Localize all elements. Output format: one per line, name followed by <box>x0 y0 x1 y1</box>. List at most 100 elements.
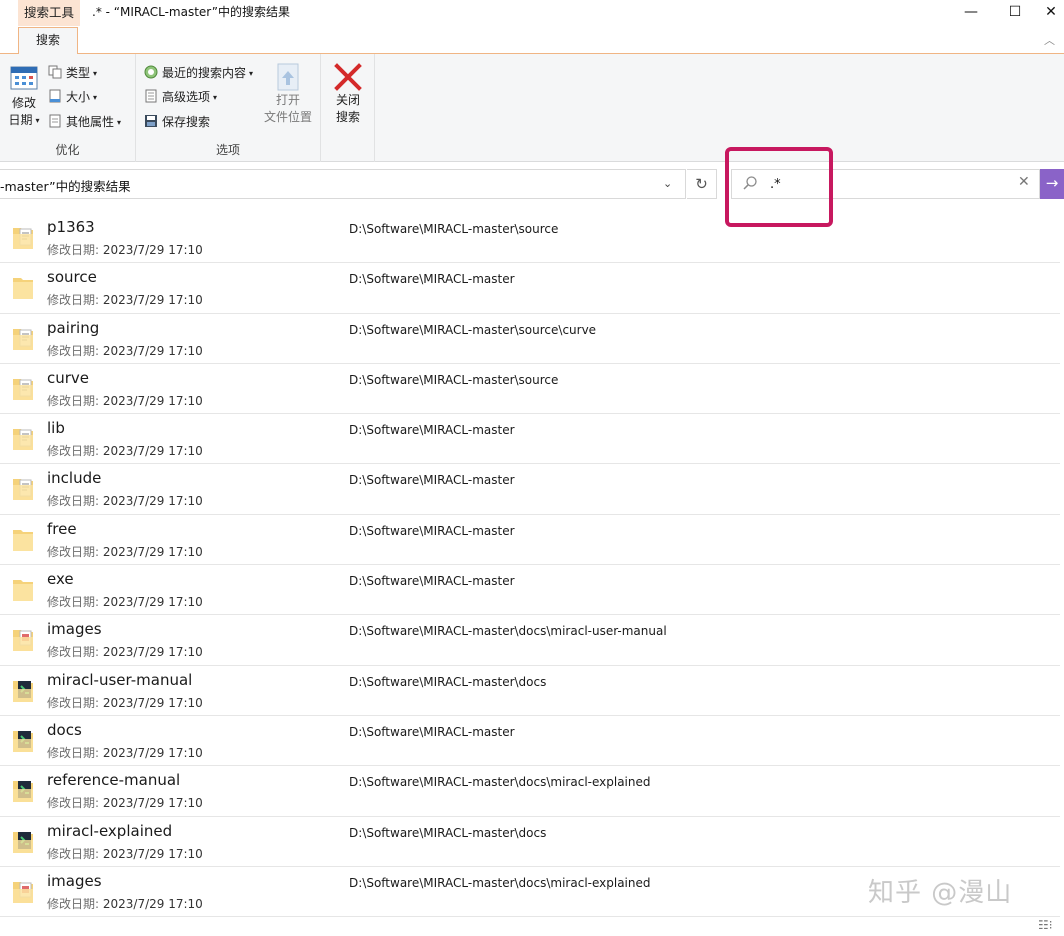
result-path: D:\Software\MIRACL-master\source <box>349 372 559 387</box>
save-search-button[interactable]: 保存搜索 <box>144 112 210 132</box>
chevron-down-icon: ▾ <box>35 116 40 125</box>
result-name[interactable]: lib <box>47 419 65 437</box>
result-name[interactable]: p1363 <box>47 218 95 236</box>
clear-search-button[interactable]: ✕ <box>1018 174 1030 190</box>
date-label: 修改日期: <box>47 494 103 509</box>
result-name[interactable]: exe <box>47 570 74 588</box>
date-label: 修改日期: <box>47 444 103 459</box>
ribbon-tab-strip: 搜索 ︿ <box>0 26 1064 55</box>
date-value: 2023/7/29 17:10 <box>102 745 203 760</box>
result-name[interactable]: miracl-user-manual <box>47 671 192 689</box>
result-modified-date: 修改日期: 2023/7/29 17:10 <box>47 895 203 912</box>
result-modified-date: 修改日期: 2023/7/29 17:10 <box>47 593 203 610</box>
list-item[interactable]: exe 修改日期: 2023/7/29 17:10 D:\Software\MIRA… <box>0 565 1060 616</box>
result-name[interactable]: source <box>47 268 97 286</box>
open-file-location-button[interactable]: 打开 文件位置 <box>260 62 316 126</box>
result-name[interactable]: curve <box>47 369 89 387</box>
calendar-icon <box>10 66 38 90</box>
date-value: 2023/7/29 17:10 <box>102 896 203 911</box>
folder-doc-icon <box>13 378 33 400</box>
date-value: 2023/7/29 17:10 <box>102 243 203 257</box>
folder-code-icon <box>13 831 33 853</box>
open-location-icon <box>277 63 299 91</box>
ribbon: 修改 日期 ▾ 类型 ▾ 大小 ▾ 其他属性 ▾ 优化 最近的搜索内容 ▾ 高级选项 ▾ 保… <box>0 54 1064 162</box>
chevron-down-icon: ▾ <box>93 69 98 78</box>
address-dropdown-button[interactable]: ⌄ <box>663 177 672 190</box>
date-value: 2023/7/29 17:10 <box>102 595 203 610</box>
folder-doc-icon <box>13 479 33 501</box>
group-label-optimize: 优化 <box>55 143 80 157</box>
result-name[interactable]: pairing <box>47 319 99 337</box>
advanced-options-button[interactable]: 高级选项 ▾ <box>144 87 217 107</box>
search-go-button[interactable]: → <box>1040 169 1064 199</box>
folder-icon <box>13 529 33 551</box>
result-name[interactable]: images <box>47 620 102 638</box>
date-label: 修改日期: <box>47 846 103 861</box>
list-item[interactable]: p1363 修改日期: 2023/7/29 17:10 D:\Software\MI… <box>0 213 1060 264</box>
close-icon <box>334 63 362 91</box>
result-name[interactable]: docs <box>47 721 82 739</box>
modify-date-label-2: 日期 <box>8 113 33 127</box>
result-name[interactable]: include <box>47 469 101 487</box>
date-label: 修改日期: <box>47 645 103 660</box>
date-label: 修改日期: <box>47 343 103 358</box>
folder-doc-icon <box>13 429 33 451</box>
open-location-label-2: 文件位置 <box>263 110 312 124</box>
close-search-button[interactable]: 关闭 搜索 <box>327 62 369 126</box>
list-item[interactable]: include 修改日期: 2023/7/29 17:10 D:\Software\… <box>0 464 1060 515</box>
result-path: D:\Software\MIRACL-master <box>349 473 515 488</box>
result-name[interactable]: free <box>47 520 77 538</box>
address-bar[interactable]: -master”中的搜索结果 ⌄ <box>0 169 686 199</box>
chevron-down-icon: ▾ <box>117 118 122 127</box>
result-name[interactable]: reference-manual <box>47 771 180 789</box>
list-item[interactable]: miracl-user-manual 修改日期: 2023/7/29 17:10 D… <box>0 666 1060 716</box>
result-name[interactable]: miracl-explained <box>47 822 172 840</box>
result-name[interactable]: images <box>47 872 102 890</box>
size-label: 大小 <box>66 90 91 104</box>
search-input[interactable] <box>770 173 1000 195</box>
date-value: 2023/7/29 17:10 <box>102 494 203 509</box>
list-item[interactable]: lib 修改日期: 2023/7/29 17:10 D:\Software\MIRA… <box>0 414 1060 465</box>
tab-search[interactable]: 搜索 <box>18 27 78 55</box>
window-title: .* - “MIRACL-master”中的搜索结果 <box>92 5 290 19</box>
list-item[interactable]: reference-manual 修改日期: 2023/7/29 17:10 D:\… <box>0 766 1060 817</box>
result-path: D:\Software\MIRACL-master <box>349 272 515 287</box>
view-toggle-button[interactable]: ☷⁝ <box>1038 918 1053 932</box>
list-item[interactable]: pairing 修改日期: 2023/7/29 17:10 D:\Software\… <box>0 314 1060 364</box>
search-box[interactable]: ✕ <box>731 169 1040 199</box>
list-item[interactable]: docs 修改日期: 2023/7/29 17:10 D:\Software\MIR… <box>0 716 1060 767</box>
date-label: 修改日期: <box>47 896 103 911</box>
search-tools-context-tab[interactable]: 搜索工具 <box>18 0 81 26</box>
modify-date-button[interactable]: 修改 日期 ▾ <box>6 64 42 129</box>
ribbon-group-optimize: 修改 日期 ▾ 类型 ▾ 大小 ▾ 其他属性 ▾ 优化 <box>0 54 136 162</box>
close-search-label-2: 搜索 <box>335 110 360 124</box>
result-path: D:\Software\MIRACL-master <box>349 423 515 438</box>
list-item[interactable]: source 修改日期: 2023/7/29 17:10 D:\Software\M… <box>0 263 1060 314</box>
result-modified-date: 修改日期: 2023/7/29 17:10 <box>47 543 203 560</box>
collapse-ribbon-button[interactable]: ︿ <box>1044 32 1055 48</box>
date-value: 2023/7/29 17:10 <box>102 343 203 358</box>
list-item[interactable]: curve 修改日期: 2023/7/29 17:10 D:\Software\MI… <box>0 364 1060 415</box>
date-label: 修改日期: <box>47 293 103 308</box>
advanced-options-label: 高级选项 <box>162 90 211 104</box>
size-icon <box>49 89 61 103</box>
recent-searches-button[interactable]: 最近的搜索内容 ▾ <box>144 63 253 83</box>
date-value: 2023/7/29 17:10 <box>102 544 203 559</box>
list-item[interactable]: free 修改日期: 2023/7/29 17:10 D:\Software\MIR… <box>0 515 1060 566</box>
size-button[interactable]: 大小 ▾ <box>48 87 97 107</box>
maximize-button[interactable]: ☐ <box>992 0 1038 26</box>
folder-doc-icon <box>13 228 33 249</box>
minimize-button[interactable]: — <box>948 0 994 26</box>
refresh-button[interactable]: ↻ <box>687 169 717 199</box>
type-button[interactable]: 类型 ▾ <box>48 63 97 83</box>
list-item[interactable]: images 修改日期: 2023/7/29 17:10 D:\Software\M… <box>0 615 1060 666</box>
date-label: 修改日期: <box>47 544 103 559</box>
result-modified-date: 修改日期: 2023/7/29 17:10 <box>47 744 203 761</box>
type-icon <box>48 65 62 79</box>
result-modified-date: 修改日期: 2023/7/29 17:10 <box>47 392 203 409</box>
close-window-button[interactable]: ✕ <box>1036 0 1064 26</box>
ribbon-group-options: 最近的搜索内容 ▾ 高级选项 ▾ 保存搜索 打开 文件位置 选项 <box>136 54 321 162</box>
list-item[interactable]: miracl-explained 修改日期: 2023/7/29 17:10 D:\… <box>0 817 1060 867</box>
result-path: D:\Software\MIRACL-master\source <box>349 222 559 236</box>
other-properties-button[interactable]: 其他属性 ▾ <box>48 112 121 132</box>
